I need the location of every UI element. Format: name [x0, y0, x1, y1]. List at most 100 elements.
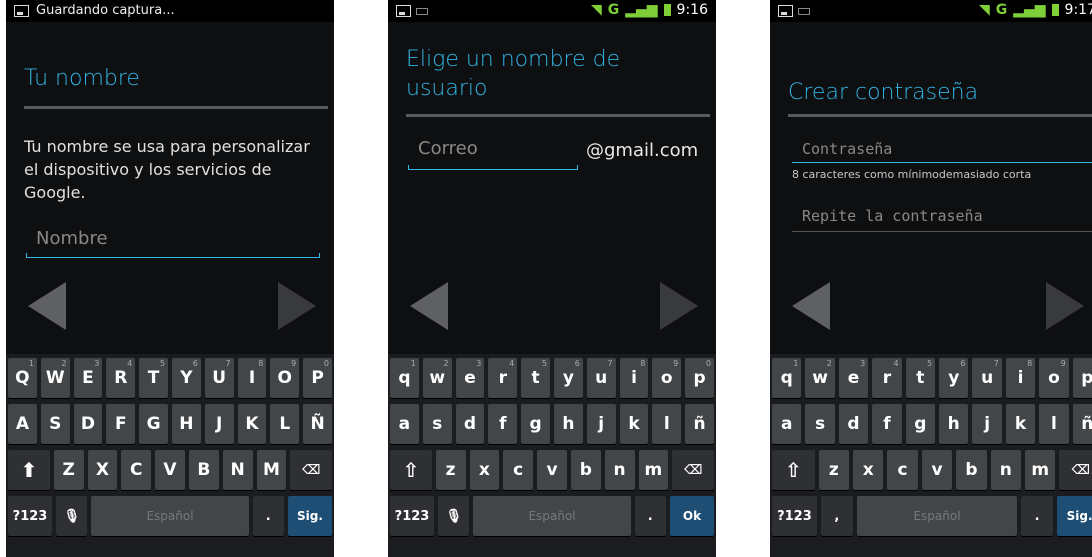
delete-key[interactable]: ⌫ [672, 450, 715, 490]
period-key[interactable]: . [634, 496, 666, 536]
back-arrow-icon[interactable] [792, 282, 830, 330]
key[interactable]: m [638, 450, 669, 490]
key[interactable]: a [772, 404, 802, 444]
back-arrow-icon[interactable] [410, 282, 448, 330]
key[interactable]: 7U [204, 358, 234, 398]
key[interactable]: 8i [619, 358, 649, 398]
key[interactable]: 5T [139, 358, 168, 398]
next-arrow-icon[interactable] [660, 282, 698, 330]
key[interactable]: 9O [270, 358, 300, 398]
key[interactable]: V [155, 450, 185, 490]
key[interactable]: 0P [303, 358, 332, 398]
space-key[interactable]: Español [91, 496, 249, 536]
next-arrow-icon[interactable] [278, 282, 316, 330]
key[interactable]: 2w [422, 358, 452, 398]
key[interactable]: n [990, 450, 1022, 490]
key[interactable]: 4r [872, 358, 902, 398]
key[interactable]: g [521, 404, 550, 444]
key[interactable]: v [921, 450, 953, 490]
key[interactable]: k [1005, 404, 1036, 444]
key[interactable]: k [619, 404, 649, 444]
next-key[interactable]: Sig. [1057, 496, 1092, 536]
key[interactable]: d [838, 404, 869, 444]
key[interactable]: 7u [586, 358, 616, 398]
next-key[interactable]: Sig. [287, 496, 332, 536]
key[interactable]: X [87, 450, 118, 490]
key[interactable]: 5t [905, 358, 936, 398]
period-key[interactable]: . [252, 496, 284, 536]
key[interactable]: Ñ [303, 404, 332, 444]
back-arrow-icon[interactable] [28, 282, 66, 330]
key[interactable]: 1q [390, 358, 419, 398]
key[interactable]: D [73, 404, 103, 444]
key[interactable]: 6Y [171, 358, 201, 398]
name-input[interactable] [26, 228, 320, 249]
key[interactable]: A [8, 404, 37, 444]
delete-key[interactable]: ⌫ [1059, 450, 1092, 490]
key[interactable]: l [652, 404, 682, 444]
key[interactable]: H [171, 404, 201, 444]
key[interactable]: d [455, 404, 485, 444]
key[interactable]: b [956, 450, 987, 490]
key[interactable]: 3E [73, 358, 103, 398]
key[interactable]: z [435, 450, 466, 490]
delete-key[interactable]: ⌫ [290, 450, 333, 490]
key[interactable]: 2w [805, 358, 835, 398]
key[interactable]: g [905, 404, 936, 444]
key[interactable]: f [488, 404, 518, 444]
ok-key[interactable]: Ok [669, 496, 714, 536]
key[interactable]: S [40, 404, 70, 444]
shift-key[interactable]: ⇧ [390, 450, 432, 490]
shift-key[interactable]: ⬆ [8, 450, 50, 490]
key[interactable]: B [188, 450, 219, 490]
period-key[interactable]: . [1021, 496, 1054, 536]
password-input[interactable] [792, 140, 1092, 158]
key[interactable]: b [570, 450, 601, 490]
key[interactable]: M [256, 450, 287, 490]
email-input[interactable] [408, 138, 578, 159]
key[interactable]: 8i [1005, 358, 1036, 398]
key[interactable]: 9o [1039, 358, 1069, 398]
key[interactable]: 0p [685, 358, 714, 398]
key[interactable]: l [1039, 404, 1069, 444]
key[interactable]: v [537, 450, 567, 490]
key[interactable]: N [222, 450, 253, 490]
key[interactable]: 2W [40, 358, 70, 398]
key[interactable]: c [887, 450, 918, 490]
key[interactable]: 1q [772, 358, 802, 398]
key[interactable]: 8I [237, 358, 267, 398]
key[interactable]: 0p [1072, 358, 1092, 398]
key[interactable]: j [586, 404, 616, 444]
key[interactable]: L [270, 404, 300, 444]
key[interactable]: J [204, 404, 234, 444]
key[interactable]: Z [53, 450, 84, 490]
key[interactable]: h [553, 404, 583, 444]
key[interactable]: m [1025, 450, 1056, 490]
repeat-password-field[interactable] [792, 206, 1092, 232]
key[interactable]: 6y [553, 358, 583, 398]
key[interactable]: ñ [1072, 404, 1092, 444]
key[interactable]: a [390, 404, 419, 444]
space-key[interactable]: Español [473, 496, 631, 536]
shift-key[interactable]: ⇧ [772, 450, 815, 490]
key[interactable]: K [237, 404, 267, 444]
key[interactable]: ñ [685, 404, 714, 444]
symbols-key[interactable]: ?123 [390, 496, 434, 536]
space-key[interactable]: Español [856, 496, 1018, 536]
key[interactable]: s [422, 404, 452, 444]
key[interactable]: 3e [455, 358, 485, 398]
key[interactable]: z [818, 450, 849, 490]
name-field[interactable] [26, 228, 320, 258]
key[interactable]: n [604, 450, 635, 490]
email-field[interactable] [408, 138, 578, 170]
key[interactable]: x [852, 450, 884, 490]
key[interactable]: j [972, 404, 1002, 444]
symbols-key[interactable]: ?123 [8, 496, 52, 536]
key[interactable]: C [121, 450, 152, 490]
symbols-key[interactable]: ?123 [772, 496, 817, 536]
key[interactable]: 7u [972, 358, 1002, 398]
key[interactable]: h [939, 404, 969, 444]
key[interactable]: 9o [652, 358, 682, 398]
mic-key[interactable]: 🎙 [56, 496, 88, 536]
key[interactable]: x [469, 450, 500, 490]
